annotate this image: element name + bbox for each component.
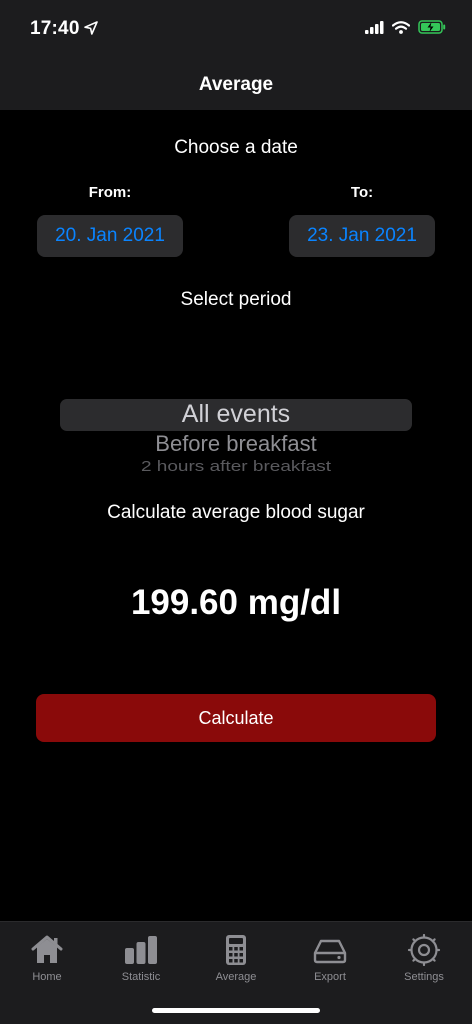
to-date-button[interactable]: 23. Jan 2021: [289, 215, 435, 257]
tab-label: Average: [215, 971, 257, 983]
navigation-bar: Average: [0, 60, 472, 110]
tab-settings[interactable]: Settings: [384, 934, 464, 983]
tab-home[interactable]: Home: [7, 934, 87, 983]
gear-icon: [407, 934, 441, 966]
home-indicator[interactable]: [152, 1008, 320, 1013]
drive-icon: [313, 939, 347, 964]
picker-option[interactable]: Before breakfast: [0, 431, 472, 457]
page-title: Average: [198, 74, 274, 95]
calculate-button[interactable]: Calculate: [36, 694, 436, 742]
picker-option[interactable]: 2 hours after breakfast: [0, 458, 472, 475]
from-label: From:: [88, 184, 132, 201]
wifi-icon: [392, 20, 410, 34]
choose-date-heading: Choose a date: [174, 137, 298, 158]
to-label: To:: [350, 184, 374, 201]
status-bar: 17:40: [0, 0, 472, 60]
calculate-heading: Calculate average blood sugar: [107, 502, 365, 523]
location-arrow-icon: [84, 21, 98, 35]
signal-icon: [365, 20, 384, 34]
tab-export[interactable]: Export: [290, 934, 370, 983]
home-icon: [31, 935, 63, 963]
bar-chart-icon: [125, 936, 157, 964]
calculator-icon: [226, 935, 246, 965]
tab-label: Home: [32, 971, 62, 983]
tab-label: Statistic: [121, 971, 161, 983]
tab-label: Export: [314, 971, 346, 983]
battery-icon: [418, 20, 446, 34]
tab-average[interactable]: Average: [196, 934, 276, 983]
status-time: 17:40: [30, 18, 80, 39]
tab-label: Settings: [404, 971, 444, 983]
tab-statistic[interactable]: Statistic: [101, 934, 181, 983]
from-date-button[interactable]: 20. Jan 2021: [37, 215, 183, 257]
select-period-heading: Select period: [180, 289, 292, 310]
picker-option-selected[interactable]: All events: [0, 400, 472, 429]
average-result: 199.60 mg/dl: [130, 583, 342, 622]
period-picker[interactable]: All events Before breakfast 2 hours afte…: [0, 390, 472, 475]
